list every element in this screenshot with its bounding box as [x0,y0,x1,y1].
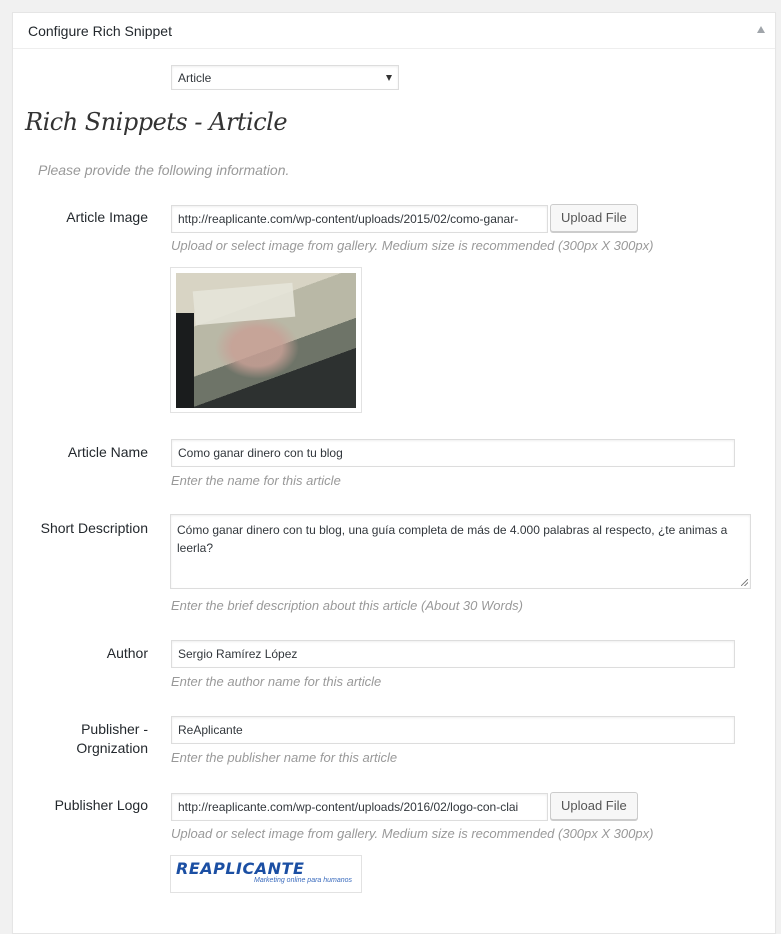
article-image-upload-button[interactable]: Upload File [550,204,638,232]
author-description: Enter the author name for this article [171,674,382,689]
author-label: Author [106,645,148,661]
publisher-label: Publisher - Orgnization [76,720,148,758]
publisher-logo-upload-button[interactable]: Upload File [550,792,638,820]
short-description-description: Enter the brief description about this a… [171,598,523,613]
publisher-input[interactable]: ReAplicante [171,716,735,744]
article-image-url-input[interactable]: http://reaplicante.com/wp-content/upload… [171,205,548,233]
triangle-up-icon[interactable] [757,26,765,33]
publisher-label-line1: Publisher - [81,721,148,737]
snippet-type-value: Article [178,71,212,85]
article-name-input[interactable]: Como ganar dinero con tu blog [171,439,735,467]
snippet-type-select[interactable]: Article [171,65,399,90]
publisher-logo-url-input[interactable]: http://reaplicante.com/wp-content/upload… [171,793,548,821]
metabox-title: Configure Rich Snippet [28,23,172,39]
resize-handle-icon[interactable] [741,579,748,586]
logo-wordmark: REAPLICANTE [176,859,305,878]
short-description-text: Cómo ganar dinero con tu blog, una guía … [177,523,728,555]
article-name-description: Enter the name for this article [171,473,341,488]
publisher-description: Enter the publisher name for this articl… [171,750,398,765]
reaplicante-logo: REAPLICANTE Marketing online para humano… [176,859,356,889]
banknotes-image [176,273,356,408]
publisher-label-line2: Orgnization [76,740,148,756]
caret-down-icon [386,75,392,81]
publisher-logo-preview: REAPLICANTE Marketing online para humano… [170,855,362,893]
section-heading: Rich Snippets - Article [25,108,288,136]
short-description-textarea[interactable]: Cómo ganar dinero con tu blog, una guía … [170,514,751,589]
article-image-description: Upload or select image from gallery. Med… [171,238,654,253]
article-image-preview [170,267,362,413]
publisher-logo-label: Publisher Logo [54,797,148,813]
publisher-logo-description: Upload or select image from gallery. Med… [171,826,654,841]
short-description-label: Short Description [40,520,148,536]
logo-tagline: Marketing online para humanos [254,877,353,884]
metabox-header[interactable]: Configure Rich Snippet [13,13,775,49]
article-name-label: Article Name [67,444,148,460]
article-image-label: Article Image [66,209,148,225]
section-subheading: Please provide the following information… [38,162,290,178]
author-input[interactable]: Sergio Ramírez López [171,640,735,668]
